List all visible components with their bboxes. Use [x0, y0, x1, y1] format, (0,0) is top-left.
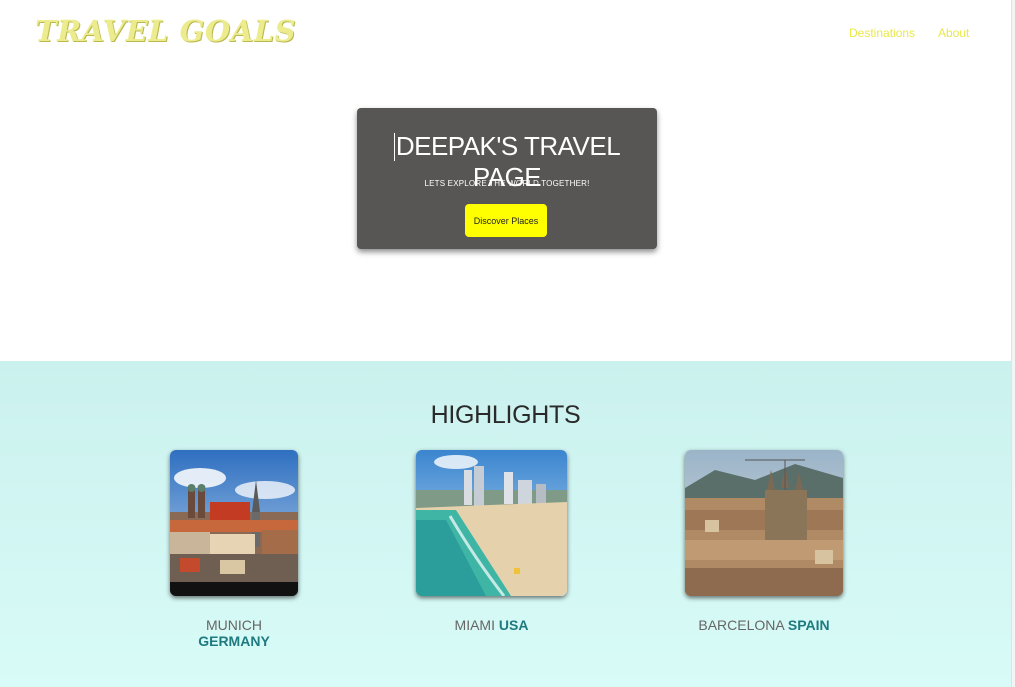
page: TRAVEL GOALS Destinations About DEEPAK'S… — [0, 0, 1011, 687]
miami-caption: MIAMI USA — [416, 617, 567, 633]
city-name: BARCELONA — [698, 617, 784, 633]
nav-destinations-link[interactable]: Destinations — [849, 26, 915, 40]
barcelona-caption: BARCELONA SPAIN — [685, 617, 843, 633]
munich-photo[interactable] — [170, 450, 298, 596]
highlights-section: HIGHLIGHTS MUNICH GERMANY MIAMI USA BARC… — [0, 361, 1011, 687]
highlights-title: HIGHLIGHTS — [430, 401, 581, 429]
hero-subtitle: LETS EXPLORE THE WORLD TOGETHER! — [424, 179, 590, 188]
text-cursor — [393, 133, 395, 161]
discover-places-button[interactable]: Discover Places — [465, 204, 547, 237]
munich-caption: MUNICH GERMANY — [170, 617, 298, 649]
barcelona-photo[interactable] — [685, 450, 843, 596]
country-name: GERMANY — [198, 633, 270, 649]
country-name: SPAIN — [787, 617, 830, 633]
site-logo[interactable]: TRAVEL GOALS — [35, 14, 296, 48]
country-name: USA — [498, 617, 529, 633]
city-name: MIAMI — [454, 617, 495, 633]
city-name: MUNICH — [206, 617, 262, 633]
window-scrollbar[interactable] — [1011, 0, 1015, 687]
nav-about-link[interactable]: About — [938, 26, 969, 40]
miami-photo[interactable] — [416, 450, 567, 596]
hero-card: DEEPAK'S TRAVEL PAGE LETS EXPLORE THE WO… — [357, 108, 657, 249]
